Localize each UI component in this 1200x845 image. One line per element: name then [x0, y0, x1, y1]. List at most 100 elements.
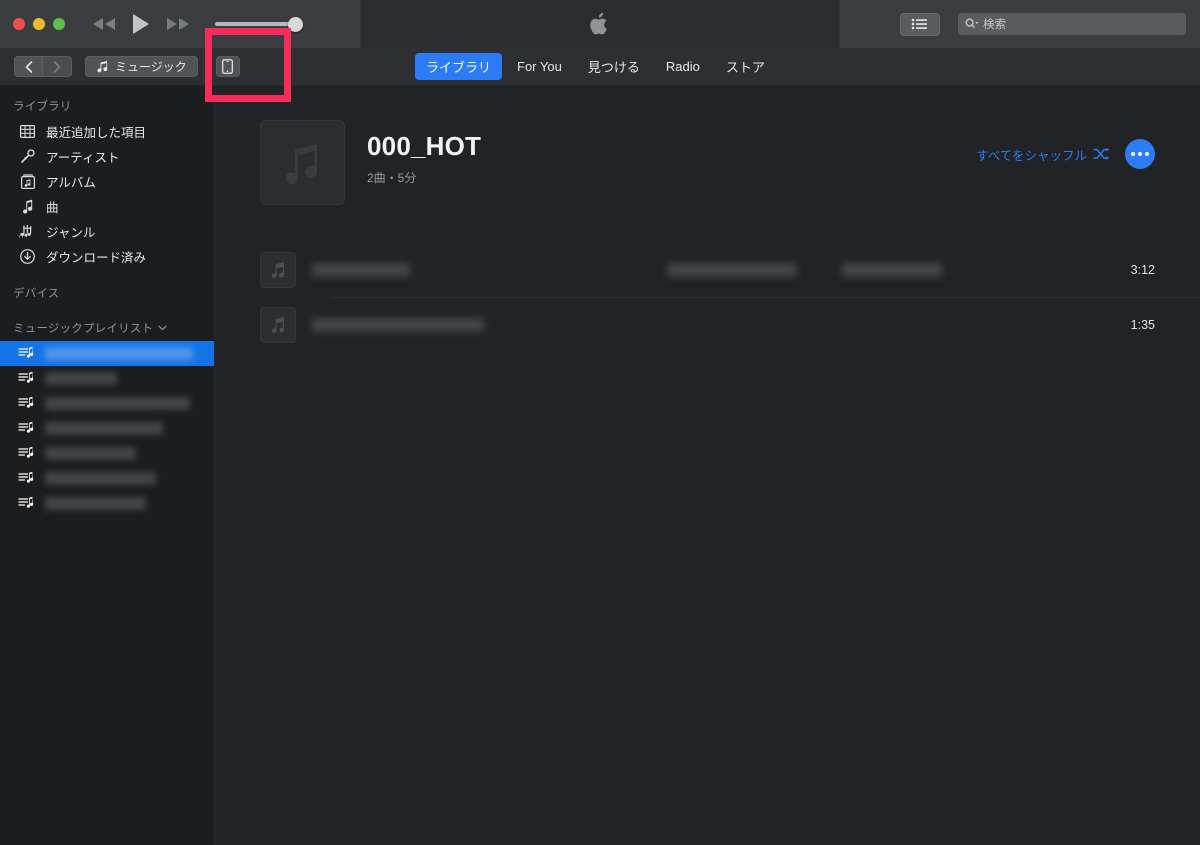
track-duration: 1:35 [1130, 317, 1155, 332]
tab-radio[interactable]: Radio [655, 55, 711, 78]
chevron-right-icon [53, 60, 61, 73]
table-row[interactable]: 1:35 [260, 297, 1200, 352]
album-icon [18, 174, 37, 189]
sidebar-header-devices: デバイス [13, 288, 60, 300]
sidebar-item-label: ジャンル [46, 226, 96, 240]
music-note-icon [271, 317, 284, 333]
lcd-display [360, 0, 840, 48]
playlist-subtitle: 2曲・5分 [367, 171, 417, 185]
sidebar: ライブラリ 最近追加した項目 アーティスト アルバム 曲 A ジャンル ダウンロ… [0, 86, 215, 845]
search-icon [965, 18, 979, 29]
apple-logo-icon [590, 12, 607, 35]
device-button-iphone[interactable] [215, 56, 240, 77]
playlist-item[interactable] [0, 366, 214, 391]
sidebar-item-label: 曲 [46, 201, 59, 215]
list-icon [911, 18, 927, 30]
rewind-icon[interactable] [91, 16, 117, 32]
playlist-meta: 000_HOT 2曲・5分 [367, 120, 481, 205]
playlist-icon [16, 471, 35, 486]
track-album-redacted [842, 262, 942, 277]
forward-button[interactable] [43, 56, 72, 77]
track-artist-redacted [667, 262, 797, 277]
playlist-icon [16, 371, 35, 386]
sidebar-item-albums[interactable]: アルバム [0, 169, 214, 194]
zoom-button[interactable] [53, 18, 65, 30]
playlist-icon [16, 346, 35, 361]
play-icon[interactable] [130, 12, 152, 36]
sidebar-header-playlists[interactable]: ミュージックプレイリスト [0, 306, 214, 341]
sidebar-item-label: ダウンロード済み [46, 251, 147, 265]
sidebar-item-label: 最近追加した項目 [46, 126, 147, 140]
playlist-item[interactable] [0, 466, 214, 491]
track-duration: 3:12 [1130, 262, 1155, 277]
sidebar-item-label: アーティスト [46, 151, 120, 165]
sidebar-item-recently-added[interactable]: 最近追加した項目 [0, 119, 214, 144]
playlist-artwork [260, 120, 345, 205]
shuffle-all-button[interactable]: すべてをシャッフル [976, 145, 1110, 164]
svg-text:A: A [19, 234, 23, 240]
more-dot [1131, 152, 1135, 156]
volume-knob[interactable] [288, 17, 303, 32]
sidebar-item-label: アルバム [46, 176, 96, 190]
fast-forward-icon[interactable] [165, 16, 191, 32]
nav-bar: ミュージック ライブラリ For You 見つける Radio ストア [0, 48, 1200, 86]
volume-slider[interactable] [215, 14, 310, 34]
sidebar-item-artists[interactable]: アーティスト [0, 144, 214, 169]
search-input[interactable]: 検索 [958, 13, 1186, 35]
playlist-item[interactable] [0, 441, 214, 466]
shuffle-icon [1093, 147, 1110, 160]
playlists-header-label: ミュージックプレイリスト [13, 323, 154, 335]
playlist-name-redacted [45, 347, 193, 360]
sidebar-header-library: ライブラリ [13, 101, 72, 113]
sidebar-item-songs[interactable]: 曲 [0, 194, 214, 219]
page-title: 000_HOT [367, 131, 482, 161]
track-title-redacted [312, 317, 484, 332]
download-icon [18, 249, 37, 264]
track-artwork [260, 251, 296, 288]
playlist-name-redacted [45, 422, 163, 435]
track-fields [312, 252, 1131, 288]
sidebar-item-genres[interactable]: A ジャンル [0, 219, 214, 244]
music-note-icon [285, 143, 317, 184]
playlist-item-selected[interactable] [0, 341, 214, 366]
shuffle-all-label: すべてをシャッフル [976, 148, 1087, 163]
genre-icon: A [18, 224, 37, 239]
playlist-icon [16, 496, 35, 511]
close-button[interactable] [13, 18, 25, 30]
more-options-button[interactable] [1125, 139, 1155, 169]
sidebar-item-downloaded[interactable]: ダウンロード済み [0, 244, 214, 269]
track-artwork [260, 306, 296, 343]
tab-browse[interactable]: 見つける [577, 53, 651, 80]
main-content: 000_HOT 2曲・5分 すべてをシャッフル 3:12 1:35 [215, 86, 1200, 845]
track-title-redacted [312, 262, 410, 277]
playlist-actions: すべてをシャッフル [976, 139, 1155, 169]
iphone-icon [222, 59, 234, 74]
list-view-button[interactable] [900, 12, 940, 36]
track-list: 3:12 1:35 [215, 242, 1200, 352]
playlist-item[interactable] [0, 491, 214, 516]
minimize-button[interactable] [33, 18, 45, 30]
table-row[interactable]: 3:12 [260, 242, 1200, 297]
playlist-name-redacted [45, 472, 156, 485]
tab-library[interactable]: ライブラリ [415, 53, 503, 80]
source-selector[interactable]: ミュージック [85, 56, 198, 77]
music-note-icon [18, 199, 37, 214]
music-note-icon [271, 262, 284, 278]
playlist-name-redacted [45, 447, 136, 460]
back-button[interactable] [14, 56, 43, 77]
tab-store[interactable]: ストア [715, 53, 776, 80]
chevron-left-icon [25, 60, 32, 73]
source-label: ミュージック [115, 60, 187, 74]
track-fields [312, 307, 1131, 343]
playlist-name-redacted [45, 397, 190, 410]
grid-icon [18, 125, 37, 138]
playlist-item[interactable] [0, 391, 214, 416]
music-note-icon [97, 61, 108, 73]
titlebar-right-controls: 検索 [900, 0, 1186, 48]
tab-for-you[interactable]: For You [506, 55, 573, 78]
playlist-icon [16, 421, 35, 436]
playlist-item[interactable] [0, 416, 214, 441]
nav-tabs: ライブラリ For You 見つける Radio ストア [415, 53, 776, 80]
playlist-name-redacted [45, 497, 146, 510]
transport-controls [91, 12, 191, 36]
